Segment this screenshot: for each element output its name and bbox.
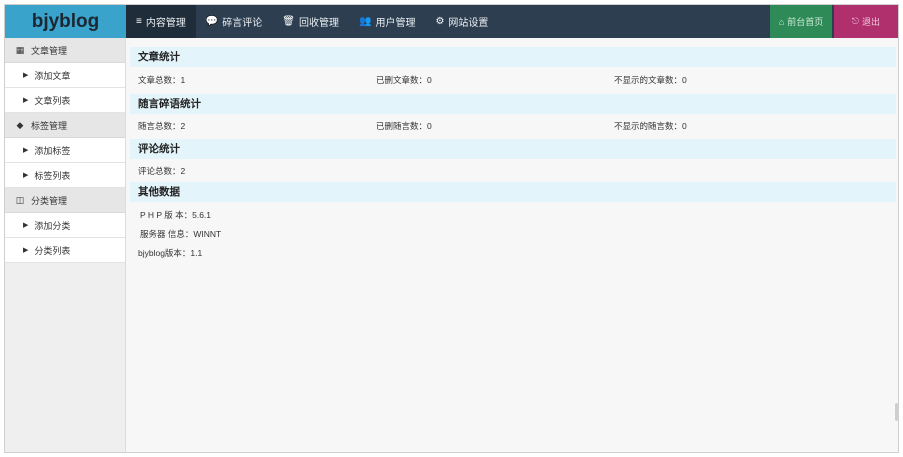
- caret-right-icon: ▶: [23, 72, 29, 79]
- sidebar-group-tags[interactable]: ◆ 标签管理: [5, 113, 125, 138]
- server-info: 服务器 信息：WINNT: [140, 229, 222, 239]
- nav-recycle-management[interactable]: 🗑 回收管理: [272, 5, 349, 38]
- nav-site-settings[interactable]: ⚙ 网站设置: [425, 5, 498, 38]
- sidebar-item-label: 分类列表: [34, 245, 71, 256]
- caret-right-icon: ▶: [23, 222, 29, 229]
- comment-total: 评论总数：2: [138, 166, 186, 176]
- sidebar-group-label: 分类管理: [31, 195, 68, 206]
- sidebar-item-label: 文章列表: [34, 95, 71, 106]
- columns-icon: ◫: [15, 194, 25, 205]
- home-label: 前台首页: [787, 17, 824, 27]
- nav-label: 回收管理: [299, 18, 339, 29]
- trash-icon: 🗑: [282, 16, 295, 27]
- caret-right-icon: ▶: [23, 97, 29, 104]
- sidebar-group-label: 文章管理: [31, 45, 68, 56]
- nav-label: 碎言评论: [222, 18, 263, 29]
- main-nav: ≡ 内容管理 💬 碎言评论 🗑 回收管理 👥 用户管理 ⚙ 网站设置: [126, 5, 498, 38]
- sidebar-item-add-article[interactable]: ▶ 添加文章: [5, 63, 125, 88]
- article-hidden: 不显示的文章数：0: [614, 75, 687, 85]
- app-version: bjyblog版本：1.1: [138, 248, 203, 258]
- article-deleted: 已删文章数：0: [376, 75, 432, 85]
- chat-total: 随言总数：2: [138, 121, 186, 131]
- sidebar-item-category-list[interactable]: ▶ 分类列表: [5, 238, 125, 263]
- nav-label: 用户管理: [375, 18, 416, 29]
- caret-right-icon: ▶: [23, 172, 29, 179]
- section-title-other: 其他数据: [130, 182, 896, 202]
- section-title-articles: 文章统计: [130, 47, 896, 67]
- sidebar-item-tag-list[interactable]: ▶ 标签列表: [5, 163, 125, 188]
- sidebar-group-articles[interactable]: ▦ 文章管理: [5, 38, 125, 63]
- top-navbar: bjyblog ≡ 内容管理 💬 碎言评论 🗑 回收管理 👥 用户管理 ⚙ 网站…: [5, 5, 898, 38]
- users-icon: 👥: [359, 16, 372, 27]
- tags-icon: ◆: [16, 119, 24, 130]
- sidebar-item-add-tag[interactable]: ▶ 添加标签: [5, 138, 125, 163]
- list-icon: ≡: [136, 16, 142, 27]
- article-total: 文章总数：1: [138, 75, 186, 85]
- logout-label: 退出: [862, 17, 881, 27]
- php-version: P H P 版 本：5.6.1: [140, 210, 212, 220]
- sidebar-group-categories[interactable]: ◫ 分类管理: [5, 188, 125, 213]
- sidebar: ▦ 文章管理 ▶ 添加文章 ▶ 文章列表 ◆ 标签管理 ▶ 添加标签 ▶ 标签列…: [5, 38, 126, 452]
- sidebar-item-article-list[interactable]: ▶ 文章列表: [5, 88, 125, 113]
- main-content: 文章统计 文章总数：1 已删文章数：0 不显示的文章数：0 随言碎语统计 随言总…: [126, 38, 898, 452]
- nav-label: 内容管理: [145, 18, 186, 29]
- sidebar-item-label: 添加分类: [34, 220, 71, 231]
- grid-icon: ▦: [15, 44, 25, 55]
- chat-deleted: 已删随言数：0: [376, 121, 432, 131]
- nav-content-management[interactable]: ≡ 内容管理: [126, 5, 196, 38]
- brand-logo[interactable]: bjyblog: [5, 5, 126, 38]
- nav-label: 网站设置: [448, 18, 489, 29]
- logout-icon: ⎋: [851, 16, 860, 26]
- caret-right-icon: ▶: [23, 247, 29, 254]
- sidebar-item-add-category[interactable]: ▶ 添加分类: [5, 213, 125, 238]
- caret-right-icon: ▶: [23, 147, 29, 154]
- sidebar-item-label: 添加标签: [34, 145, 71, 156]
- chat-hidden: 不显示的随言数：0: [614, 121, 687, 131]
- logout-button[interactable]: ⎋ 退出: [834, 5, 898, 38]
- nav-user-management[interactable]: 👥 用户管理: [349, 5, 425, 38]
- gear-icon: ⚙: [435, 16, 445, 27]
- sidebar-group-label: 标签管理: [31, 120, 68, 131]
- frontend-home-button[interactable]: ⌂ 前台首页: [770, 5, 832, 38]
- sidebar-item-label: 标签列表: [34, 170, 71, 181]
- comments-icon: 💬: [205, 16, 219, 27]
- section-title-comments: 评论统计: [130, 139, 896, 159]
- scrollbar-thumb[interactable]: [895, 403, 898, 421]
- section-title-chats: 随言碎语统计: [130, 94, 896, 114]
- app-window: bjyblog ≡ 内容管理 💬 碎言评论 🗑 回收管理 👥 用户管理 ⚙ 网站…: [4, 4, 899, 453]
- home-icon: ⌂: [778, 16, 785, 27]
- sidebar-item-label: 添加文章: [34, 70, 71, 81]
- nav-chat-comments[interactable]: 💬 碎言评论: [196, 5, 272, 38]
